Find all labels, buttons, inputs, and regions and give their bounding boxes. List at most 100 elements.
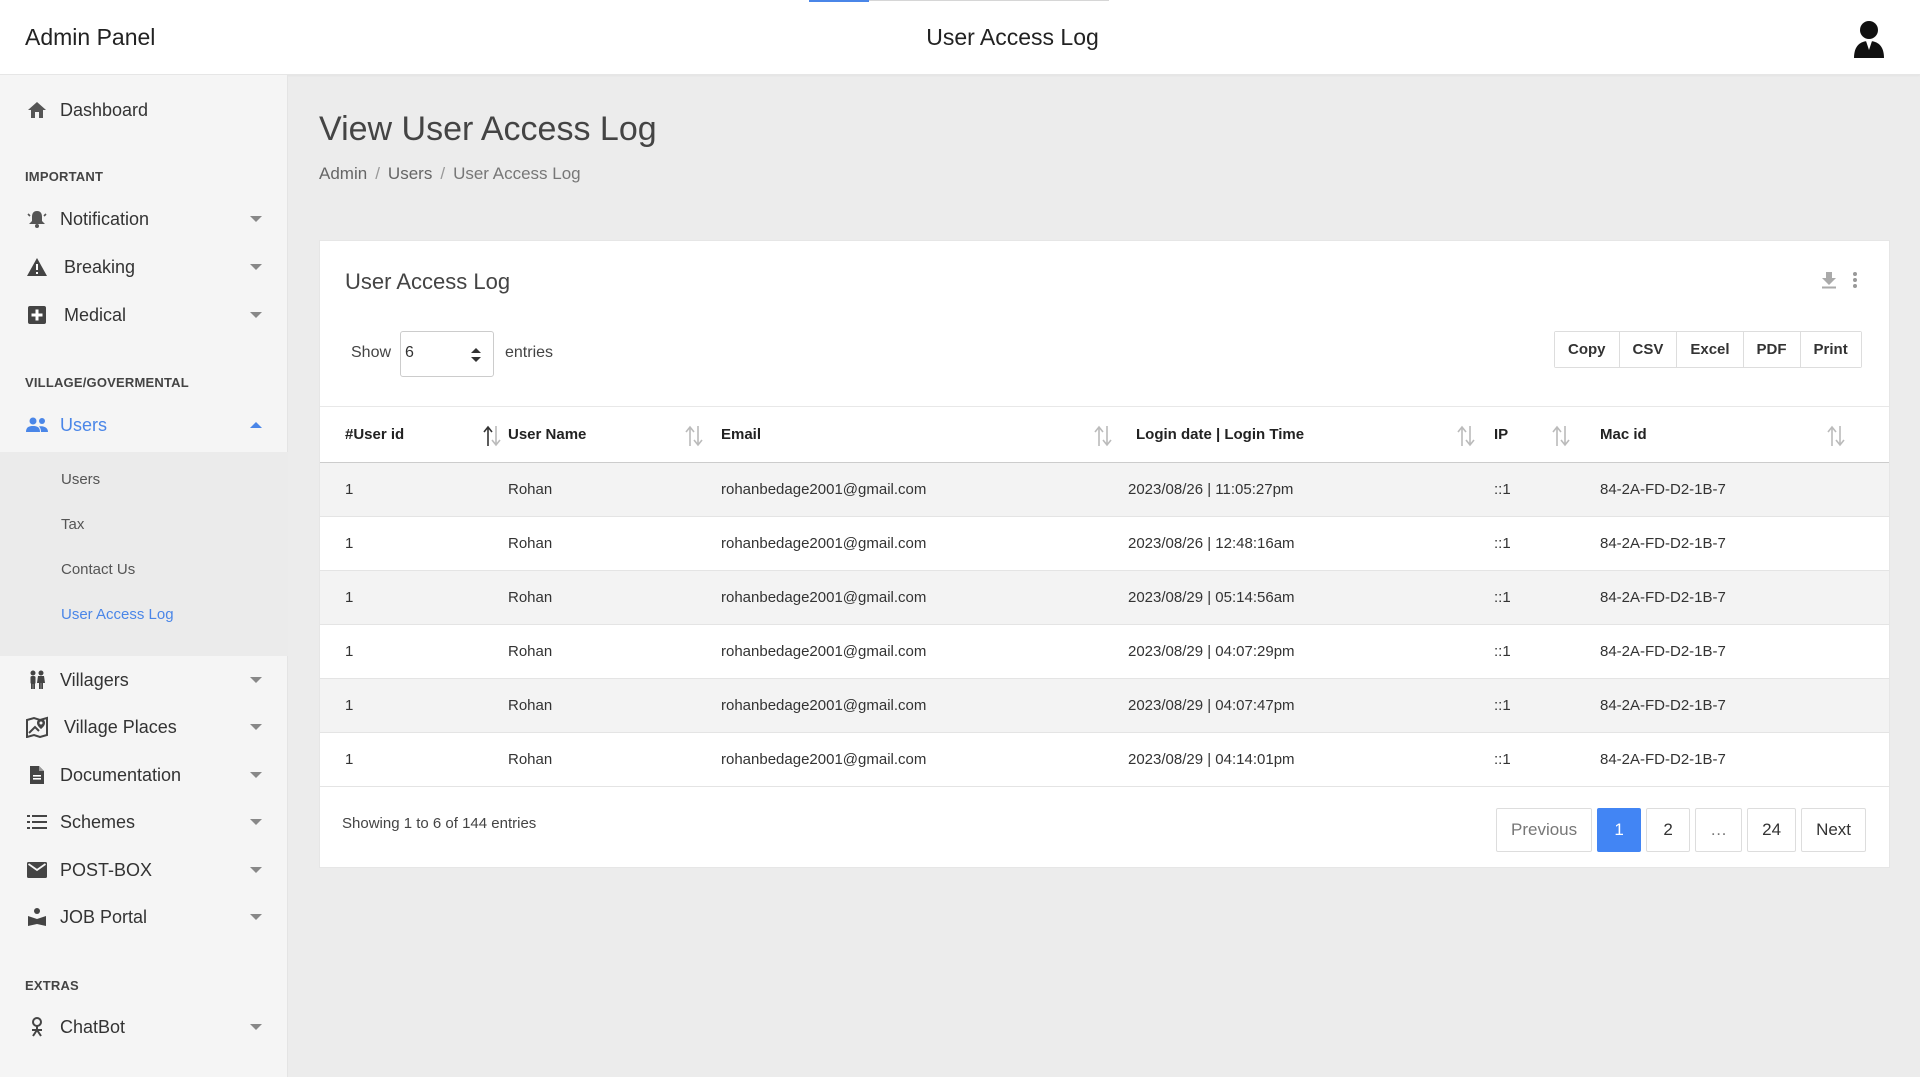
column-header-user-name[interactable]: User Name bbox=[508, 406, 721, 463]
cell-user-id: 1 bbox=[320, 624, 508, 679]
top-accent-bar bbox=[809, 0, 869, 2]
cell-user-id: 1 bbox=[320, 678, 508, 733]
warning-icon bbox=[26, 256, 48, 278]
table-row: 1 Rohan rohanbedage2001@gmail.com 2023/0… bbox=[320, 678, 1889, 733]
sidebar-item-dashboard[interactable]: Dashboard bbox=[0, 90, 288, 130]
cell-user-name: Rohan bbox=[508, 678, 721, 733]
sidebar-item-schemes[interactable]: Schemes bbox=[0, 802, 288, 842]
cell-mac-id: 84-2A-FD-D2-1B-7 bbox=[1600, 570, 1889, 625]
sidebar-item-village-places[interactable]: Village Places bbox=[0, 707, 288, 747]
sort-icon bbox=[1550, 425, 1572, 447]
table-row: 1 Rohan rohanbedage2001@gmail.com 2023/0… bbox=[320, 516, 1889, 571]
csv-button[interactable]: CSV bbox=[1619, 332, 1678, 367]
section-heading-important: IMPORTANT bbox=[25, 169, 104, 184]
sort-icon bbox=[1825, 425, 1847, 447]
sidebar-item-job-portal[interactable]: JOB Portal bbox=[0, 897, 288, 937]
chevron-down-icon bbox=[250, 1024, 262, 1030]
page-title: View User Access Log bbox=[319, 110, 657, 148]
cell-login-time: 2023/08/29 | 05:14:56am bbox=[1128, 570, 1494, 625]
sidebar-item-users[interactable]: Users bbox=[0, 405, 288, 445]
sort-ascending-icon bbox=[481, 425, 503, 447]
column-header-email[interactable]: Email bbox=[721, 406, 1128, 463]
breadcrumb-current: User Access Log bbox=[453, 164, 581, 183]
submenu-item-tax[interactable]: Tax bbox=[61, 516, 84, 533]
cell-email: rohanbedage2001@gmail.com bbox=[721, 732, 1128, 787]
cell-user-name: Rohan bbox=[508, 732, 721, 787]
submenu-item-user-access-log[interactable]: User Access Log bbox=[61, 606, 174, 623]
section-heading-village: VILLAGE/GOVERMENTAL bbox=[25, 375, 189, 390]
cell-mac-id: 84-2A-FD-D2-1B-7 bbox=[1600, 516, 1889, 571]
sidebar-item-breaking[interactable]: Breaking bbox=[0, 247, 288, 287]
cell-email: rohanbedage2001@gmail.com bbox=[721, 624, 1128, 679]
entries-label: entries bbox=[505, 344, 554, 361]
cell-ip: ::1 bbox=[1494, 624, 1600, 679]
chevron-down-icon bbox=[250, 772, 262, 778]
export-button-group: Copy CSV Excel PDF Print bbox=[1554, 331, 1862, 368]
chevron-down-icon bbox=[250, 867, 262, 873]
pagination-previous-button[interactable]: Previous bbox=[1496, 808, 1593, 852]
chevron-down-icon bbox=[250, 216, 262, 222]
chevron-down-icon bbox=[250, 264, 262, 270]
cell-ip: ::1 bbox=[1494, 678, 1600, 733]
sidebar-item-label: Medical bbox=[64, 304, 127, 325]
pagination-page-24[interactable]: 24 bbox=[1747, 808, 1797, 852]
cell-email: rohanbedage2001@gmail.com bbox=[721, 678, 1128, 733]
table-row: 1 Rohan rohanbedage2001@gmail.com 2023/0… bbox=[320, 624, 1889, 679]
map-pin-icon bbox=[26, 716, 48, 738]
cell-user-id: 1 bbox=[320, 732, 508, 787]
column-label: Mac id bbox=[1600, 426, 1647, 443]
more-vertical-icon[interactable] bbox=[1852, 271, 1858, 294]
sidebar-item-post-box[interactable]: POST-BOX bbox=[0, 850, 288, 890]
sidebar-item-label: ChatBot bbox=[60, 1016, 126, 1037]
sidebar-item-documentation[interactable]: Documentation bbox=[0, 755, 288, 795]
cell-email: rohanbedage2001@gmail.com bbox=[721, 462, 1128, 517]
users-group-icon bbox=[26, 414, 48, 436]
column-header-login-time[interactable]: Login date | Login Time bbox=[1128, 406, 1494, 463]
chevron-up-icon bbox=[250, 422, 262, 428]
cell-login-time: 2023/08/29 | 04:07:47pm bbox=[1128, 678, 1494, 733]
submenu-item-users[interactable]: Users bbox=[61, 471, 100, 488]
cell-user-name: Rohan bbox=[508, 516, 721, 571]
sidebar: Dashboard IMPORTANT Notification Breakin… bbox=[0, 75, 288, 1077]
medical-plus-icon bbox=[26, 304, 48, 326]
excel-button[interactable]: Excel bbox=[1677, 332, 1744, 367]
breadcrumb-separator: / bbox=[375, 164, 380, 183]
entries-per-page-select[interactable]: 6 bbox=[400, 331, 494, 377]
chevron-down-icon bbox=[250, 312, 262, 318]
column-header-user-id[interactable]: #User id bbox=[320, 406, 508, 463]
print-button[interactable]: Print bbox=[1800, 332, 1861, 367]
breadcrumb-users[interactable]: Users bbox=[388, 164, 432, 184]
pagination-next-button[interactable]: Next bbox=[1801, 808, 1867, 852]
pagination-page-1[interactable]: 1 bbox=[1597, 808, 1642, 852]
list-icon bbox=[26, 811, 48, 833]
column-header-ip[interactable]: IP bbox=[1494, 406, 1600, 463]
column-label: IP bbox=[1494, 426, 1509, 443]
cell-user-name: Rohan bbox=[508, 570, 721, 625]
table-row: 1 Rohan rohanbedage2001@gmail.com 2023/0… bbox=[320, 732, 1889, 787]
select-arrows-icon bbox=[471, 348, 481, 362]
chatbot-icon bbox=[26, 1016, 48, 1038]
sidebar-item-medical[interactable]: Medical bbox=[0, 295, 288, 335]
cell-ip: ::1 bbox=[1494, 570, 1600, 625]
pdf-button[interactable]: PDF bbox=[1743, 332, 1801, 367]
sidebar-item-villagers[interactable]: Villagers bbox=[0, 660, 288, 700]
user-avatar-icon[interactable] bbox=[1852, 20, 1886, 58]
cell-email: rohanbedage2001@gmail.com bbox=[721, 516, 1128, 571]
cell-mac-id: 84-2A-FD-D2-1B-7 bbox=[1600, 678, 1889, 733]
cell-login-time: 2023/08/29 | 04:14:01pm bbox=[1128, 732, 1494, 787]
cell-mac-id: 84-2A-FD-D2-1B-7 bbox=[1600, 624, 1889, 679]
cell-mac-id: 84-2A-FD-D2-1B-7 bbox=[1600, 732, 1889, 787]
cell-ip: ::1 bbox=[1494, 732, 1600, 787]
pagination-page-2[interactable]: 2 bbox=[1646, 808, 1691, 852]
access-log-card: User Access Log Show 6 entries Copy CSV … bbox=[319, 240, 1890, 868]
sidebar-item-label: POST-BOX bbox=[60, 859, 153, 880]
sidebar-item-notification[interactable]: Notification bbox=[0, 199, 288, 239]
breadcrumb-admin[interactable]: Admin bbox=[319, 164, 367, 184]
sidebar-item-chatbot[interactable]: ChatBot bbox=[0, 1007, 288, 1047]
table-info: Showing 1 to 6 of 144 entries bbox=[342, 815, 537, 832]
copy-button[interactable]: Copy bbox=[1555, 332, 1620, 367]
submenu-item-contact-us[interactable]: Contact Us bbox=[61, 561, 135, 578]
download-icon[interactable] bbox=[1820, 271, 1838, 294]
column-header-mac-id[interactable]: Mac id bbox=[1600, 406, 1889, 463]
sidebar-item-label: Schemes bbox=[60, 811, 136, 832]
